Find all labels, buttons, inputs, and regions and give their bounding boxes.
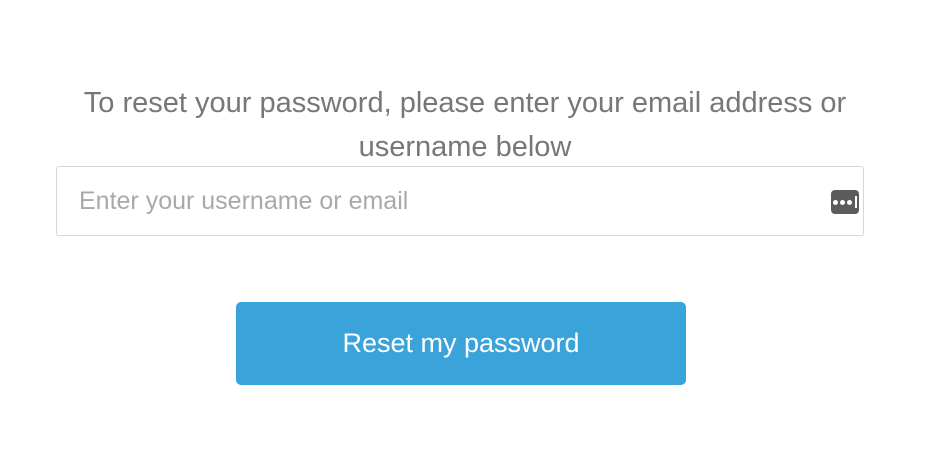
password-manager-icon[interactable] (831, 190, 859, 214)
dot-icon (833, 199, 838, 205)
username-or-email-input[interactable] (57, 167, 863, 235)
username-field-container (56, 166, 864, 236)
reset-password-page: To reset your password, please enter you… (0, 0, 930, 458)
reset-password-button[interactable]: Reset my password (236, 302, 686, 385)
dot-icon (840, 199, 845, 205)
bar-icon (855, 196, 857, 208)
reset-instructions: To reset your password, please enter you… (83, 87, 847, 163)
dot-icon (847, 199, 852, 205)
